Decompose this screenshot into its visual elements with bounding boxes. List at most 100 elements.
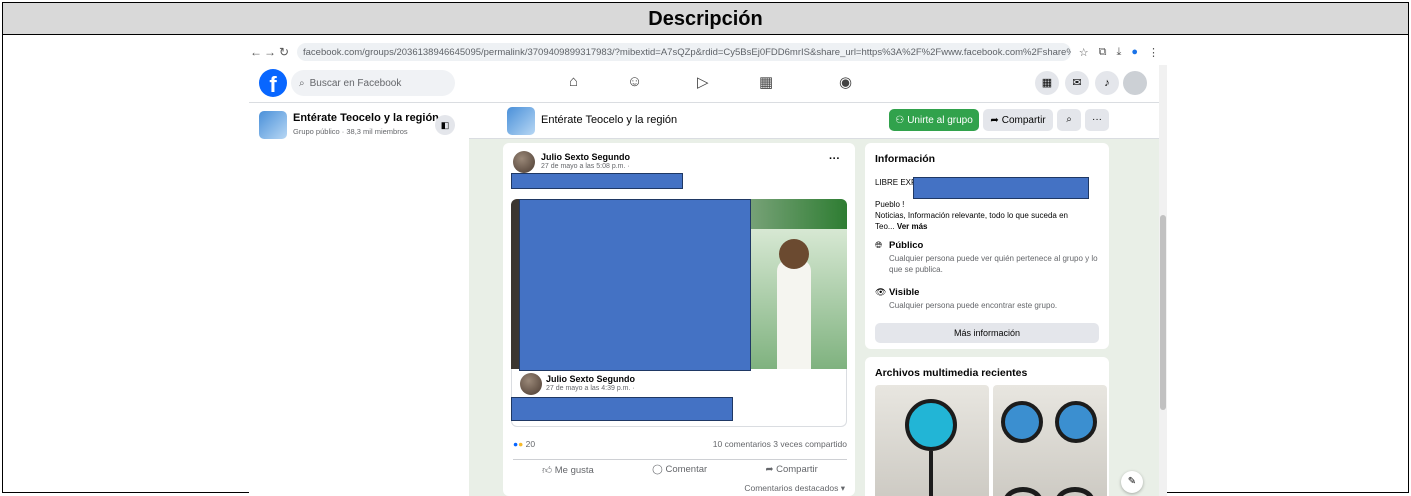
browser-toolbar: ← → ↻ facebook.com/groups/20361389466450… (249, 39, 1167, 65)
menu-grid-icon[interactable]: ▦ (1035, 71, 1059, 95)
facebook-topbar: f ⌕ Buscar en Facebook ⌂ ☺ ▷ ▦ ◉ ▦ ✉ ♪ (249, 65, 1159, 103)
menu-dots-icon[interactable]: ⋮ (1148, 46, 1159, 59)
post-stats: ●● 20 10 comentarios 3 veces compartido (513, 439, 847, 449)
info-line-4: Teo... Ver más (875, 221, 928, 232)
share-group-label: Compartir (1001, 114, 1046, 126)
sidebar-group-name[interactable]: Entérate Teocelo y la región (293, 112, 439, 124)
like-button[interactable]: 👍︎ Me gusta (542, 464, 594, 476)
redacted-image-area (519, 199, 751, 371)
share-group-button[interactable]: ➦ Compartir (983, 109, 1053, 131)
sidebar-group-meta: Grupo público · 38,3 mil miembros (293, 127, 408, 136)
post-actions: 👍︎ Me gusta ◯ Comentar ➦ Compartir (513, 459, 847, 479)
fan-head (1055, 401, 1097, 443)
search-input[interactable]: ⌕ Buscar en Facebook (291, 70, 455, 96)
description-header: Descripción (3, 3, 1408, 35)
figure-frame: Descripción ← → ↻ facebook.com/groups/20… (2, 2, 1409, 496)
info-card: Información LIBRE EXPRESION EN TEOCELO P… (865, 143, 1109, 349)
media-thumbnail-1[interactable] (875, 385, 989, 496)
see-more-link[interactable]: Ver más (897, 222, 928, 231)
scrollbar-thumb[interactable] (1160, 215, 1166, 410)
post-options-icon[interactable]: ··· (829, 153, 840, 165)
home-icon[interactable]: ⌂ (569, 73, 578, 90)
shared-post-author[interactable]: Julio Sexto Segundo (546, 374, 635, 384)
bookmark-star-icon[interactable]: ☆ (1079, 46, 1089, 59)
person-head (779, 239, 809, 269)
featured-comments-filter[interactable]: Comentarios destacados ▾ (744, 483, 845, 494)
reload-icon[interactable]: ↻ (277, 45, 291, 59)
globe-icon: 🌐︎ (875, 240, 883, 250)
video-icon[interactable]: ▷ (697, 73, 709, 91)
share-arrow-icon: ➦ (990, 114, 999, 126)
post-date[interactable]: 27 de mayo a las 5:08 p.m. · (541, 163, 630, 170)
recent-media-card: Archivos multimedia recientes (865, 357, 1109, 496)
recent-media-title: Archivos multimedia recientes (875, 367, 1028, 379)
public-title: Público (889, 240, 924, 251)
visible-title: Visible (889, 287, 920, 298)
public-description: Cualquier persona puede ver quién perten… (889, 254, 1098, 274)
account-avatar[interactable] (1123, 71, 1147, 95)
post-card: Julio Sexto Segundo 27 de mayo a las 5:0… (503, 143, 855, 496)
left-sidebar: Entérate Teocelo y la región Grupo públi… (249, 103, 469, 496)
comment-share-counts: 10 comentarios 3 veces compartido (713, 439, 847, 449)
gaming-icon[interactable]: ◉ (839, 73, 852, 91)
redacted-info-text (913, 177, 1089, 199)
more-dots-icon: ··· (1092, 114, 1102, 125)
group-more-button[interactable]: ··· (1085, 109, 1109, 131)
group-search-button[interactable]: ⌕ (1057, 109, 1081, 131)
group-thumbnail[interactable] (259, 111, 287, 139)
share-label: Compartir (776, 464, 818, 475)
search-icon: ⌕ (299, 77, 305, 89)
forward-icon[interactable]: → (263, 45, 277, 59)
info-line-3: Noticias, Información relevante, todo lo… (875, 211, 1069, 220)
like-label: Me gusta (554, 464, 594, 476)
extensions-icon[interactable]: ⧉ (1099, 46, 1107, 59)
group-header: Entérate Teocelo y la región ⚇ Unirte al… (469, 103, 1159, 139)
thumbs-up-icon: 👍︎ (542, 464, 553, 476)
notifications-icon[interactable]: ♪ (1095, 71, 1119, 95)
haha-icon: ● (518, 439, 524, 449)
eye-icon: 👁︎ (875, 287, 887, 297)
comment-count[interactable]: 10 comentarios (713, 439, 771, 449)
redacted-text (511, 173, 683, 189)
fan-head (905, 399, 957, 451)
join-group-button[interactable]: ⚇ Unirte al grupo (889, 109, 979, 131)
comment-button[interactable]: ◯ Comentar (652, 464, 707, 475)
person-figure (777, 259, 811, 369)
comment-label: Comentar (665, 464, 708, 475)
new-message-edit-icon[interactable]: ✎ (1121, 471, 1143, 493)
groups-icon[interactable]: ☺ (627, 73, 642, 90)
info-line-2: Pueblo ! (875, 200, 905, 209)
shared-author-avatar[interactable] (520, 373, 542, 395)
share-count[interactable]: 3 veces compartido (773, 439, 847, 449)
group-header-thumbnail[interactable] (507, 107, 535, 135)
shared-post-date[interactable]: 27 de mayo a las 4:39 p.m. · (546, 385, 635, 392)
join-icon: ⚇ (895, 114, 905, 126)
share-button[interactable]: ➦ Compartir (766, 464, 818, 475)
fan-stand (929, 451, 933, 496)
post-author[interactable]: Julio Sexto Segundo (541, 152, 630, 162)
facebook-logo-icon[interactable]: f (259, 69, 287, 97)
url-text: facebook.com/groups/2036138946645095/per… (303, 46, 1071, 58)
redacted-shared-text (511, 397, 733, 421)
browser-screenshot: ← → ↻ facebook.com/groups/20361389466450… (249, 39, 1167, 496)
share-icon: ➦ (765, 464, 774, 475)
join-group-label: Unirte al grupo (907, 114, 973, 126)
download-icon[interactable]: ⤓ (1116, 46, 1121, 59)
marketplace-icon[interactable]: ▦ (759, 73, 773, 91)
address-bar[interactable]: facebook.com/groups/2036138946645095/per… (297, 43, 1071, 61)
page-scrollbar[interactable] (1159, 65, 1167, 496)
fan-head (1001, 401, 1043, 443)
author-avatar[interactable] (513, 151, 535, 173)
group-header-name[interactable]: Entérate Teocelo y la región (541, 114, 677, 126)
messenger-icon[interactable]: ✉ (1065, 71, 1089, 95)
reaction-count[interactable]: 20 (526, 439, 535, 449)
visible-description: Cualquier persona puede encontrar este g… (889, 301, 1058, 310)
collapse-sidebar-icon[interactable]: ◧ (435, 115, 455, 135)
media-thumbnail-2[interactable] (993, 385, 1107, 496)
info-title: Información (875, 153, 936, 165)
comment-bubble-icon: ◯ (652, 464, 663, 475)
profile-icon[interactable]: ● (1131, 46, 1138, 59)
back-icon[interactable]: ← (249, 45, 263, 59)
more-info-button[interactable]: Más información (875, 323, 1099, 343)
search-icon: ⌕ (1066, 114, 1072, 125)
